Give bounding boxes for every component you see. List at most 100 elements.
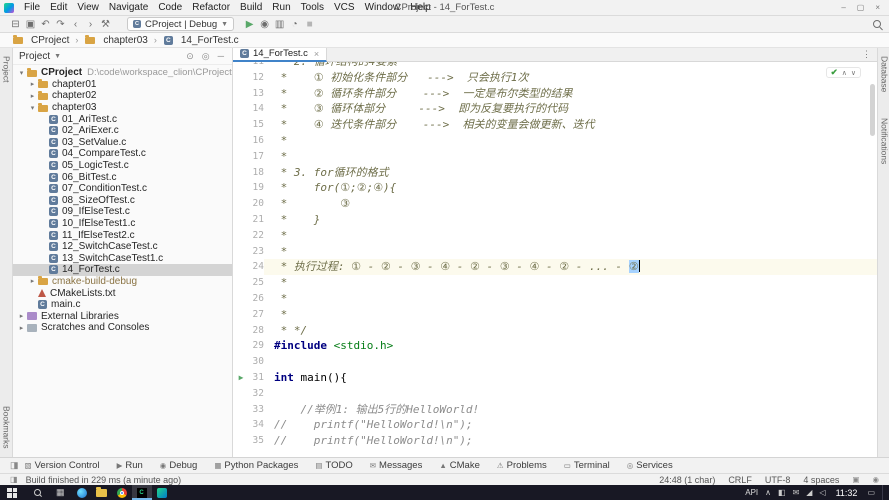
- tree-item-13-switchcasetest1-c[interactable]: C13_SwitchCaseTest1.c: [13, 253, 232, 265]
- editor-tab-14-fortest[interactable]: C 14_ForTest.c ×: [233, 48, 327, 62]
- status-corner-icon[interactable]: ◨: [10, 475, 18, 484]
- show-desktop-button[interactable]: [882, 485, 885, 500]
- profiler-icon[interactable]: ◔: [287, 19, 302, 30]
- tray-text[interactable]: API: [745, 488, 758, 497]
- prev-problem-icon[interactable]: ∧: [842, 69, 847, 77]
- toolwindow-stripe-database[interactable]: Database: [880, 56, 889, 92]
- code-line[interactable]: 13 * ② 循环条件部分 ---> 一定是布尔类型的结果: [233, 86, 877, 102]
- tree-item-05-logictest-c[interactable]: C05_LogicTest.c: [13, 160, 232, 172]
- tree-item-cmakelists-txt[interactable]: CMakeLists.txt: [13, 287, 232, 299]
- stop-icon[interactable]: ■: [302, 19, 317, 30]
- code-line[interactable]: 30: [233, 354, 877, 370]
- code-line[interactable]: 34// printf("HelloWorld!\n");: [233, 417, 877, 433]
- tree-item-12-switchcasetest-c[interactable]: C12_SwitchCaseTest.c: [13, 241, 232, 253]
- menu-code[interactable]: Code: [153, 2, 187, 13]
- toolwindow-cmake[interactable]: ▲CMake: [439, 460, 480, 471]
- notifications-bell-icon[interactable]: ◉: [872, 475, 879, 484]
- menu-vcs[interactable]: VCS: [329, 2, 360, 13]
- tree-item-07-conditiontest-c[interactable]: C07_ConditionTest.c: [13, 183, 232, 195]
- toolwindow-messages[interactable]: ✉Messages: [370, 460, 423, 471]
- start-button[interactable]: [7, 488, 17, 498]
- next-problem-icon[interactable]: ∨: [851, 69, 856, 77]
- taskbar-app-chrome[interactable]: [112, 485, 132, 500]
- undo-icon[interactable]: ↶: [38, 19, 53, 30]
- code-line[interactable]: 27 *: [233, 307, 877, 323]
- toolwindow-version-control[interactable]: ▧Version Control: [25, 460, 100, 471]
- menu-navigate[interactable]: Navigate: [104, 2, 153, 13]
- tray-mail-icon[interactable]: ✉: [793, 488, 800, 497]
- code-line[interactable]: 26 *: [233, 291, 877, 307]
- code-line[interactable]: 20 * ③: [233, 196, 877, 212]
- tree-item-cproject[interactable]: ▾CProjectD:\code\workspace_clion\CProjec…: [13, 67, 232, 79]
- menu-build[interactable]: Build: [235, 2, 267, 13]
- code-line[interactable]: 32: [233, 386, 877, 402]
- toolwindow-terminal[interactable]: ▭Terminal: [564, 460, 610, 471]
- taskbar-app-ide[interactable]: [152, 485, 172, 500]
- toolwindow-stripe-bookmarks[interactable]: Bookmarks: [2, 406, 12, 449]
- toolwindow-python-packages[interactable]: ▦Python Packages: [214, 460, 298, 471]
- code-line[interactable]: 22 *: [233, 228, 877, 244]
- code-line[interactable]: 15 * ④ 迭代条件部分 ---> 相关的变量会做更新、迭代: [233, 117, 877, 133]
- redo-icon[interactable]: ↷: [53, 19, 68, 30]
- menu-run[interactable]: Run: [267, 2, 295, 13]
- toolwindow-problems[interactable]: ⚠Problems: [497, 460, 547, 471]
- code-line[interactable]: ▶31int main(){: [233, 370, 877, 386]
- toolwindow-todo[interactable]: ▤TODO: [315, 460, 352, 471]
- code-line[interactable]: 18 * 3. for循环的格式: [233, 165, 877, 181]
- code-line[interactable]: 24 * 执行过程: ① - ② - ③ - ④ - ② - ③ - ④ - ②…: [233, 259, 877, 275]
- toolwindow-services[interactable]: ◎Services: [627, 460, 673, 471]
- toolwindow-stripe-notifications[interactable]: Notifications: [880, 118, 889, 164]
- toolwindow-stripe-project[interactable]: Project: [2, 56, 12, 82]
- tree-item-03-setvalue-c[interactable]: C03_SetValue.c: [13, 137, 232, 149]
- inspections-widget[interactable]: ✔ ∧ ∨: [826, 67, 861, 78]
- tray-volume-icon[interactable]: ◁: [819, 488, 825, 497]
- task-view-icon[interactable]: ▦: [56, 487, 65, 498]
- close-button[interactable]: ×: [875, 3, 880, 12]
- tray-chevron-icon[interactable]: ∧: [765, 488, 771, 497]
- toolwindow-debug[interactable]: ◉Debug: [160, 460, 198, 471]
- taskbar-search-icon[interactable]: [34, 489, 41, 496]
- toolwindow-run[interactable]: ▶Run: [117, 460, 143, 471]
- tree-item-external-libraries[interactable]: ▸External Libraries: [13, 310, 232, 322]
- file-encoding[interactable]: UTF-8: [765, 475, 791, 485]
- editor-scrollbar[interactable]: [870, 84, 875, 136]
- status-message[interactable]: Build finished in 229 ms (a minute ago): [26, 475, 182, 485]
- action-center-icon[interactable]: ▭: [867, 488, 875, 497]
- breadcrumb-item-chapter03[interactable]: chapter03: [82, 35, 149, 46]
- tree-item-main-c[interactable]: Cmain.c: [13, 299, 232, 311]
- indent-setting[interactable]: 4 spaces: [803, 475, 839, 485]
- debug-icon[interactable]: ◉: [257, 19, 272, 30]
- locate-file-icon[interactable]: ⊙: [184, 51, 196, 62]
- forward-icon[interactable]: ›: [83, 19, 98, 30]
- save-all-icon[interactable]: ▣: [23, 19, 38, 30]
- tray-network-icon[interactable]: ◢: [806, 488, 812, 497]
- taskbar-app-browser[interactable]: [72, 485, 92, 500]
- run-icon[interactable]: ▶: [242, 19, 257, 30]
- code-line[interactable]: 19 * for(①;②;④){: [233, 180, 877, 196]
- lock-icon[interactable]: ▣: [852, 475, 859, 484]
- tray-shield-icon[interactable]: ◧: [778, 488, 786, 497]
- breadcrumb-item-project[interactable]: CProject: [10, 35, 71, 46]
- back-icon[interactable]: ‹: [68, 19, 83, 30]
- settings-icon[interactable]: ◎: [200, 51, 212, 62]
- search-everywhere-icon[interactable]: [873, 20, 881, 28]
- toolwindow-switcher-icon[interactable]: ◨: [4, 460, 25, 471]
- run-config-selector[interactable]: C CProject | Debug ▼: [127, 17, 234, 31]
- caret-position[interactable]: 24:48 (1 char): [659, 475, 715, 485]
- code-line[interactable]: 29#include <stdio.h>: [233, 338, 877, 354]
- coverage-icon[interactable]: ▥: [272, 19, 287, 30]
- code-line[interactable]: 11 * 2. 循环结构的4要素: [233, 62, 877, 70]
- tree-item-chapter02[interactable]: ▸chapter02: [13, 90, 232, 102]
- line-separator[interactable]: CRLF: [728, 475, 752, 485]
- tree-item-01-aritest-c[interactable]: C01_AriTest.c: [13, 113, 232, 125]
- tree-item-scratches-and-consoles[interactable]: ▸Scratches and Consoles: [13, 322, 232, 334]
- tree-item-14-fortest-c[interactable]: C14_ForTest.c: [13, 264, 232, 276]
- editor-options-icon[interactable]: ⋮: [862, 49, 877, 60]
- tree-item-10-ifelsetest1-c[interactable]: C10_IfElseTest1.c: [13, 218, 232, 230]
- build-icon[interactable]: ⚒: [98, 19, 113, 30]
- code-line[interactable]: 23 *: [233, 244, 877, 260]
- tree-item-chapter01[interactable]: ▸chapter01: [13, 79, 232, 91]
- tree-item-09-ifelsetest-c[interactable]: C09_IfElseTest.c: [13, 206, 232, 218]
- menu-refactor[interactable]: Refactor: [187, 2, 235, 13]
- code-line[interactable]: 28 * */: [233, 323, 877, 339]
